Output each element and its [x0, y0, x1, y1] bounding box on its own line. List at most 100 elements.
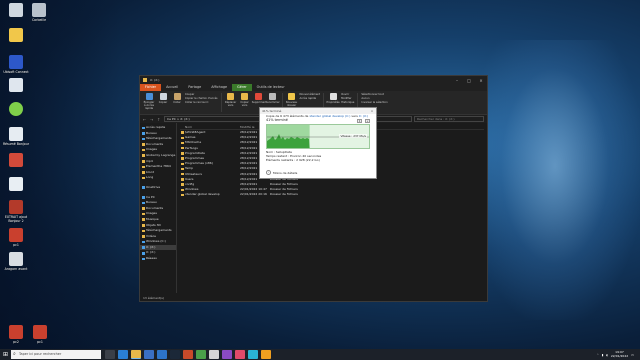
ubisoft-icon — [9, 55, 23, 69]
desktop-icon-recycle-bin[interactable]: Corbeille — [25, 3, 53, 22]
minimize-icon[interactable]: – — [451, 78, 463, 83]
rename-button[interactable]: Renommer — [265, 93, 280, 104]
app-icon[interactable] — [261, 350, 271, 359]
clock[interactable]: 19:07 22/01/2022 — [611, 350, 628, 358]
folder-icon — [9, 28, 23, 42]
app-icon — [9, 325, 23, 339]
volume-icon[interactable]: ◖ — [606, 353, 608, 357]
app-icon[interactable] — [183, 350, 193, 359]
history-button[interactable]: Historique — [341, 101, 354, 104]
network-icon[interactable]: ▮ — [602, 353, 604, 357]
close-icon[interactable]: × — [475, 78, 487, 83]
back-arrow-icon[interactable]: ← — [143, 117, 148, 122]
new-folder-button[interactable]: Nouveau dossier — [286, 93, 298, 107]
up-arrow-icon[interactable]: ↑ — [157, 117, 162, 122]
desktop-icon-extrait[interactable]: EXTRAIT ajout Bonjour 2 — [2, 200, 30, 223]
tab-drive-tools[interactable]: Outils de lecteur — [252, 84, 290, 91]
steam-icon[interactable] — [170, 350, 180, 359]
new-small-actions: Nouvel élément Accès rapide — [300, 93, 321, 100]
system-tray: ˄ ▮ ◖ 19:07 22/01/2022 ▭ — [597, 350, 640, 358]
select-small-actions: Sélectionner tout Aucun Inverser la séle… — [361, 93, 387, 105]
desktop-icon-2[interactable] — [2, 28, 30, 43]
file-name: xtender global develop — [180, 192, 240, 197]
pin-quick-access-button[interactable]: Épingler à Accès rapide — [143, 93, 155, 110]
file-icon — [9, 177, 23, 191]
new-item-button[interactable]: Nouvel élément — [300, 93, 321, 96]
rename-icon — [269, 93, 277, 100]
select-all-button[interactable]: Sélectionner tout — [361, 93, 387, 96]
move-icon — [227, 93, 235, 100]
notifications-icon[interactable]: ▭ — [631, 353, 634, 357]
desktop-icon-label: Aragorn avant — [4, 267, 28, 271]
tab-share[interactable]: Partage — [183, 84, 206, 91]
task-view-icon[interactable] — [105, 350, 115, 359]
store-icon[interactable] — [144, 350, 154, 359]
desktop-icon-4[interactable] — [2, 102, 30, 117]
select-none-button[interactable]: Aucun — [361, 97, 387, 100]
desktop-icon-5[interactable] — [2, 153, 30, 168]
desktop-icon-ubisoft[interactable]: Ubisoft Connect — [2, 55, 30, 74]
desktop-icon-6[interactable] — [2, 177, 30, 192]
app-icon[interactable] — [209, 350, 219, 359]
app-icon — [9, 153, 23, 167]
copy-to-button[interactable]: Copier vers — [239, 93, 251, 107]
open-button[interactable]: Ouvrir — [341, 93, 354, 96]
desktop-icon-pc1-b[interactable]: pc1 — [26, 325, 54, 344]
start-button[interactable]: ⊞ — [0, 349, 11, 360]
app-icon[interactable] — [235, 350, 245, 359]
forward-arrow-icon[interactable]: → — [150, 117, 155, 122]
mail-icon[interactable] — [157, 350, 167, 359]
cut-button[interactable]: Couper — [185, 93, 218, 96]
tab-view[interactable]: Affichage — [206, 84, 232, 91]
cancel-button[interactable]: × — [365, 118, 370, 123]
desktop-icon-resume[interactable]: Résumé Bonjour — [2, 127, 30, 146]
nav-item-network[interactable]: Réseau — [140, 256, 176, 262]
app-icon[interactable] — [196, 350, 206, 359]
app-icon — [9, 200, 23, 214]
file-row[interactable]: xtender global develop 22/01/2022 20:16 Do… — [180, 192, 484, 197]
file-explorer-icon[interactable] — [131, 350, 141, 359]
properties-button[interactable]: Propriétés — [327, 93, 340, 104]
search-input[interactable]: Rechercher dans : X: (X:) — [414, 116, 484, 122]
taskbar-search-input[interactable]: Taper ici pour rechercher — [11, 350, 101, 359]
navigation-pane: Accès rapide Bureau Téléchargements Docu… — [140, 123, 177, 293]
desktop-icon-label: pc1 — [13, 243, 19, 247]
easy-access-button[interactable]: Accès rapide — [300, 97, 321, 100]
file-icon — [9, 3, 23, 17]
nav-item-onedrive[interactable]: OneDrive — [140, 185, 176, 191]
column-name[interactable]: Nom — [180, 124, 240, 129]
tab-file[interactable]: Fichier — [140, 84, 162, 91]
less-details-toggle[interactable]: ˄ Moins de détails — [266, 170, 297, 175]
paste-shortcut-button[interactable]: Coller le raccourci — [185, 101, 218, 104]
app-icon[interactable] — [248, 350, 258, 359]
ribbon-tabs: Fichier Accueil Partage Affichage Gérer … — [140, 84, 487, 91]
copy-dest-link[interactable]: X: (X:) — [359, 114, 368, 118]
folder-icon — [143, 78, 147, 82]
delete-button[interactable]: Supprimer — [252, 93, 265, 104]
app-icon[interactable] — [222, 350, 232, 359]
move-to-button[interactable]: Déplacer vers — [225, 93, 237, 107]
copy-source-link[interactable]: xtender global develop (C:) — [309, 114, 350, 118]
copy-path-button[interactable]: Copier le chemin d'accès — [185, 97, 218, 100]
wallpaper-shade — [0, 0, 120, 350]
edit-button[interactable]: Modifier — [341, 97, 354, 100]
maximize-icon[interactable]: □ — [463, 78, 475, 83]
nav-item-folder[interactable]: Long — [140, 175, 176, 181]
chevron-up-icon[interactable]: ˄ — [597, 353, 599, 357]
tab-manage[interactable]: Gérer — [232, 84, 252, 91]
desktop-icon-aragorn[interactable]: Aragorn avant — [2, 252, 30, 271]
edge-icon[interactable] — [118, 350, 128, 359]
explorer-titlebar[interactable]: X: (X:) – □ × — [140, 76, 487, 84]
progress-percent-row: 41% terminé II × — [260, 118, 376, 123]
recycle-bin-icon — [32, 3, 46, 17]
dialog-close-icon[interactable]: × — [368, 108, 376, 114]
tab-home[interactable]: Accueil — [161, 84, 183, 91]
progress-percent: 41% terminé — [266, 118, 288, 122]
invert-selection-button[interactable]: Inverser la sélection — [361, 101, 387, 104]
desktop-icon-pc1[interactable]: pc1 — [2, 228, 30, 247]
copy-button[interactable]: Copier — [157, 93, 169, 104]
desktop-icon-3[interactable] — [2, 78, 30, 93]
paste-button[interactable]: Coller — [171, 93, 183, 104]
desktop-icon-label: Résumé Bonjour — [2, 142, 30, 146]
pause-button[interactable]: II — [357, 118, 362, 123]
